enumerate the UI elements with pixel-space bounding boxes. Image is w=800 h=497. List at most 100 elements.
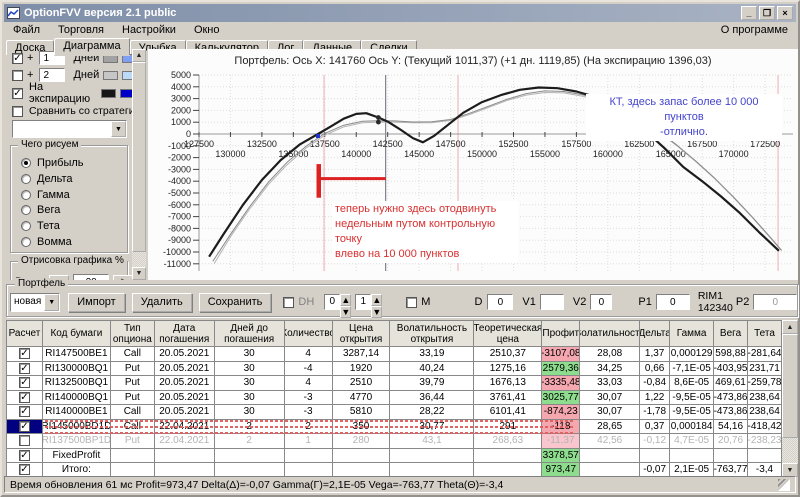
row-checkbox[interactable] xyxy=(18,449,30,461)
column-header[interactable]: Код бумаги xyxy=(42,321,111,347)
menu-trading[interactable]: Торговля xyxy=(49,23,113,37)
radio-icon[interactable] xyxy=(21,221,31,232)
maximize-button[interactable]: ❐ xyxy=(759,6,775,20)
scroll-up-icon[interactable]: ▲ xyxy=(782,320,798,334)
day2-color-a-swatch[interactable] xyxy=(103,70,119,80)
dh-checkbox[interactable] xyxy=(283,296,295,308)
p1-input[interactable] xyxy=(655,294,690,310)
table-row[interactable]: RI145000BD1DCall22.04.20212235030,77291-… xyxy=(7,419,782,434)
column-header[interactable]: Тип опциона xyxy=(110,321,155,347)
delete-button[interactable]: Удалить xyxy=(131,292,192,312)
import-button[interactable]: Импорт xyxy=(68,292,125,312)
row-checkbox[interactable] xyxy=(18,420,30,432)
radio-icon[interactable] xyxy=(21,173,31,184)
table-row[interactable]: RI140000BQ1Put20.05.202130-3477036,44376… xyxy=(7,390,782,405)
radio-icon[interactable] xyxy=(21,189,31,200)
row-checkbox[interactable] xyxy=(18,362,30,374)
menu-window[interactable]: Окно xyxy=(185,23,229,37)
portfolio-combobox[interactable]: новая ▼ xyxy=(10,292,61,312)
radio-Гамма[interactable]: Гамма xyxy=(21,188,70,202)
spin-up-icon[interactable]: ▲ xyxy=(340,293,352,306)
scroll-down-icon[interactable]: ▼ xyxy=(132,267,146,280)
table-row[interactable]: RI137500BP1D Put 22.04.2021 2 1 280 43,1 268,63… xyxy=(7,434,782,449)
m-checkbox[interactable] xyxy=(406,296,418,308)
table-row[interactable]: FixedProfit 3378,57 xyxy=(7,448,782,463)
panel-scrollbar[interactable]: ▲ ▼ xyxy=(132,49,146,280)
spin-up-icon[interactable]: ▲ xyxy=(371,293,383,306)
v2-input[interactable] xyxy=(590,294,613,310)
radio-icon[interactable] xyxy=(21,237,31,247)
column-header[interactable]: Дельта xyxy=(640,321,671,347)
tab-2[interactable]: Диаграмма xyxy=(54,38,130,55)
row-check-cell[interactable] xyxy=(7,347,43,362)
row-checkbox[interactable] xyxy=(18,435,30,447)
row-checkbox[interactable] xyxy=(18,391,30,403)
day2-input[interactable] xyxy=(39,68,66,82)
scroll-up-icon[interactable]: ▲ xyxy=(132,49,146,62)
row-check-cell[interactable] xyxy=(7,361,43,376)
row-check-cell[interactable] xyxy=(7,390,43,405)
radio-icon[interactable] xyxy=(21,205,31,216)
row-checkbox[interactable] xyxy=(18,348,30,360)
p2-input[interactable] xyxy=(753,294,798,310)
row-check-cell[interactable] xyxy=(7,434,43,449)
dh-spinner-1[interactable]: ▲▼ xyxy=(324,293,352,318)
row-checkbox[interactable] xyxy=(18,377,30,389)
row-check-cell[interactable] xyxy=(7,448,43,463)
day1-checkbox[interactable] xyxy=(12,52,23,64)
column-header[interactable]: Расчет xyxy=(7,321,43,347)
radio-Вомма[interactable]: Вомма xyxy=(21,235,72,249)
scroll-down-icon[interactable]: ▼ xyxy=(782,463,798,477)
save-button[interactable]: Сохранить xyxy=(198,292,272,312)
column-header[interactable]: Вега xyxy=(714,321,749,347)
dh-spinner-1-input[interactable] xyxy=(324,293,341,310)
expiration-checkbox[interactable] xyxy=(12,87,23,99)
close-button[interactable]: × xyxy=(777,6,793,20)
column-header[interactable]: Цена открытия xyxy=(332,321,391,347)
row-check-cell[interactable] xyxy=(7,376,43,391)
radio-icon[interactable] xyxy=(21,158,31,168)
chevron-down-icon[interactable]: ▼ xyxy=(44,293,60,311)
row-check-cell[interactable] xyxy=(7,405,43,420)
table-row[interactable]: RI132500BQ1Put20.05.2021304251039,791676… xyxy=(7,376,782,391)
radio-Вега[interactable]: Вега xyxy=(21,203,60,217)
table-row[interactable]: RI140000BE1Call20.05.202130-3581028,2261… xyxy=(7,405,782,420)
row-check-cell[interactable] xyxy=(7,419,43,434)
above-value-input[interactable] xyxy=(73,274,110,280)
column-header[interactable]: Тета xyxy=(748,321,782,347)
strategy-combobox[interactable]: ▼ xyxy=(12,120,127,138)
column-header[interactable]: Волатильность xyxy=(580,321,641,347)
spin-down-icon[interactable]: ▼ xyxy=(340,305,352,318)
compare-checkbox[interactable] xyxy=(12,105,23,117)
v1-input[interactable] xyxy=(539,294,564,310)
chevron-down-icon[interactable]: ▼ xyxy=(111,121,126,137)
spin-down-icon[interactable]: ▼ xyxy=(371,305,383,318)
above-increment-button[interactable]: > xyxy=(113,275,134,280)
expiration-color-a-swatch[interactable] xyxy=(101,88,116,98)
column-header[interactable]: Волатильность открытия xyxy=(390,321,475,347)
dh-spinner-2-input[interactable] xyxy=(355,293,372,310)
row-checkbox[interactable] xyxy=(18,406,30,418)
resize-grip[interactable] xyxy=(778,478,790,491)
column-header[interactable]: Дней до погашения xyxy=(214,321,285,347)
column-header[interactable]: Теоретическая цена xyxy=(474,321,543,347)
table-row[interactable]: RI147500BE1Call20.05.20213043287,1433,19… xyxy=(7,347,782,362)
minimize-button[interactable]: _ xyxy=(741,6,757,20)
scrollbar-thumb[interactable] xyxy=(132,62,146,252)
radio-Тета[interactable]: Тета xyxy=(21,219,60,233)
column-header[interactable]: Дата погашения xyxy=(154,321,215,347)
payoff-chart[interactable]: Портфель: Ось X: 141760 Ось Y: (Текущий … xyxy=(148,49,798,280)
d-input[interactable] xyxy=(487,294,514,310)
column-header[interactable]: Гамма xyxy=(670,321,715,347)
radio-Дельта[interactable]: Дельта xyxy=(21,172,73,186)
day2-checkbox[interactable] xyxy=(12,69,23,81)
column-header[interactable]: Количество xyxy=(284,321,333,347)
scrollbar-thumb[interactable] xyxy=(782,334,798,438)
table-row[interactable]: RI130000BQ1Put20.05.202130-4192040,24127… xyxy=(7,361,782,376)
menu-settings[interactable]: Настройки xyxy=(113,23,185,37)
radio-Прибыль[interactable]: Прибыль xyxy=(21,156,84,170)
table-scrollbar[interactable]: ▲ ▼ xyxy=(782,320,798,477)
dh-spinner-2[interactable]: ▲▼ xyxy=(355,293,383,318)
row-checkbox[interactable] xyxy=(18,464,30,476)
column-header[interactable]: Профит xyxy=(542,321,581,347)
